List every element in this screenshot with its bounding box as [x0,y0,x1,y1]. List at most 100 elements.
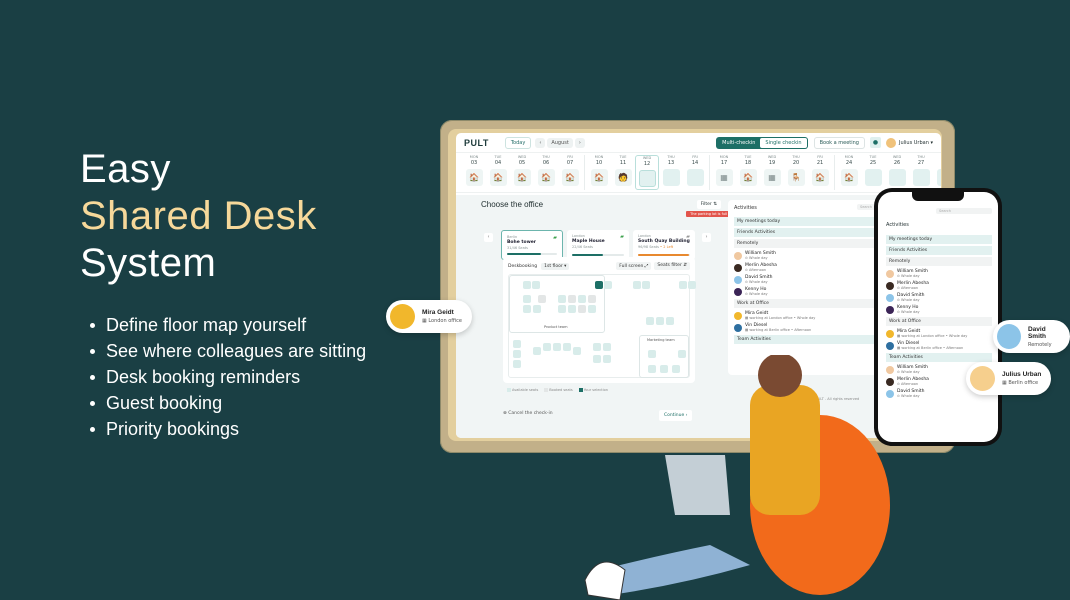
calendar-day[interactable]: MON 10 🏠 [587,155,611,190]
desk-seat[interactable] [603,343,611,351]
filter-button[interactable]: Filter ⇅ [696,200,721,209]
user-menu[interactable]: Julius Urban ▾ [899,140,933,146]
desk-seat[interactable] [666,317,674,325]
person-row[interactable]: Vin Diesel ▦ working at Berlin office • A… [734,323,882,332]
today-button[interactable]: Today [504,136,532,149]
offices-prev-button[interactable]: ‹ [484,233,493,242]
cancel-checkin-button[interactable]: ⊗ Cancel the check-in [503,411,553,416]
desk-seat[interactable] [568,305,576,313]
single-checkin-tab[interactable]: Single checkin [760,137,807,148]
calendar-day[interactable]: THU 20 🪑 [784,155,808,190]
desk-seat[interactable] [523,295,531,303]
avatar [734,287,742,296]
phone-team-activities[interactable]: Team Activities [886,353,992,362]
desk-seat[interactable] [595,281,603,289]
checkin-mode-toggle[interactable]: Multi-checkin Single checkin [716,136,808,149]
person-row[interactable]: William Smith ⊙ Whole day [886,269,992,278]
next-month-button[interactable]: › [574,137,585,148]
seats-filter-button[interactable]: Seats filter ⇵ [654,262,690,270]
desk-seat[interactable] [513,350,521,358]
desk-seat[interactable] [513,340,521,348]
desk-seat[interactable] [573,347,581,355]
book-meeting-button[interactable]: Book a meeting [813,136,865,149]
person-row[interactable]: Vin Diesel ▦ working at Berlin office • A… [886,341,992,350]
phone-my-meetings[interactable]: My meetings today [886,235,992,244]
avatar [734,275,742,284]
prev-month-button[interactable]: ‹ [535,137,546,148]
hero-line-1: Easy [80,147,171,191]
desk-seat[interactable] [533,347,541,355]
desk-seat[interactable] [568,295,576,303]
my-meetings-section[interactable]: My meetings today [734,217,882,226]
phone-search-input[interactable]: Search [936,208,992,214]
bell-icon[interactable]: ● [869,137,881,148]
person-row[interactable]: William Smith ⊙ Whole day [734,251,882,260]
desk-seat[interactable] [588,305,596,313]
calendar-day[interactable]: WED 26 [885,155,909,190]
person-row[interactable]: Kenny Ho ⊙ Whole day [886,305,992,314]
fullscreen-button[interactable]: Full screen ⤢ [616,262,652,270]
person-row[interactable]: David Smith ⊙ Whole day [886,293,992,302]
person-row[interactable]: David Smith ⊙ Whole day [734,275,882,284]
desk-seat[interactable] [642,281,650,289]
calendar-day[interactable]: FRI 14 [683,155,707,190]
friends-activities-section[interactable]: Friends Activities [734,228,882,237]
desk-seat[interactable] [563,343,571,351]
desk-seat[interactable] [604,281,612,289]
calendar-day[interactable]: FRI 07 🏠 [558,155,582,190]
calendar-day[interactable]: FRI 21 🏠 [808,155,832,190]
desk-seat[interactable] [538,295,546,303]
desk-seat[interactable] [523,305,531,313]
desk-seat[interactable] [558,295,566,303]
calendar-day[interactable]: MON 24 🏠 [837,155,861,190]
desk-seat[interactable] [588,295,596,303]
desk-seat[interactable] [513,360,521,368]
person-row[interactable]: Merlin Abesha ⊙ Afternoon [734,263,882,272]
desk-seat[interactable] [523,281,531,289]
phone-friends-activities[interactable]: Friends Activities [886,246,992,255]
floor-select[interactable]: 1st floor ▾ [541,262,570,270]
calendar-day[interactable]: WED 19 ▦ [760,155,784,190]
calendar-day[interactable]: TUE 11 🧑 [611,155,635,190]
offices-next-button[interactable]: › [702,233,711,242]
calendar-day[interactable]: WED 12 [635,155,659,190]
desk-seat[interactable] [679,281,687,289]
person-row[interactable]: Merlin Abesha ⊙ Afternoon [886,281,992,290]
head-shape [758,355,802,397]
desk-seat[interactable] [553,343,561,351]
month-label: August [547,137,573,148]
calendar-day[interactable]: TUE 04 🏠 [486,155,510,190]
calendar-day[interactable]: THU 13 [659,155,683,190]
calendar-day[interactable]: MON 03 🏠 [462,155,486,190]
calendar-day[interactable]: TUE 25 [861,155,885,190]
desk-seat[interactable] [578,295,586,303]
activities-panel: Activities Search My meetings today Frie… [728,200,888,375]
team-activities-section[interactable]: Team Activities [734,335,882,344]
desk-seat[interactable] [646,317,654,325]
calendar-day[interactable]: MON 17 ▦ [712,155,736,190]
multi-checkin-tab[interactable]: Multi-checkin [717,138,760,148]
day-status-icon: ▦ [763,169,781,186]
desk-seat[interactable] [593,343,601,351]
calendar-day[interactable]: TUE 18 🏠 [736,155,760,190]
desk-seat[interactable] [558,305,566,313]
person-row[interactable]: Kenny Ho ⊙ Whole day [734,287,882,296]
office-card[interactable]: Berlin Bohe tower 31/46 Seats ▰ [501,230,563,260]
calendar-day[interactable]: THU 06 🏠 [534,155,558,190]
person-row[interactable]: Mira Geidt ▦ working at London office • W… [886,329,992,338]
office-card[interactable]: London South Quay Building 96/98 Seats •… [633,230,695,260]
office-card[interactable]: London Maple House 22/46 Seats ▰ [567,230,629,260]
calendar-day[interactable]: FRI28 [933,155,941,190]
desk-seat[interactable] [656,317,664,325]
day-status-icon: 🏠 [840,169,858,186]
desk-seat[interactable] [633,281,641,289]
desk-seat[interactable] [543,343,551,351]
person-row[interactable]: Mira Geidt ▦ working at London office • W… [734,311,882,320]
user-avatar[interactable] [885,137,896,148]
calendar-day[interactable]: WED 05 🏠 [510,155,534,190]
desk-seat[interactable] [532,281,540,289]
desk-seat[interactable] [578,305,586,313]
desk-seat[interactable] [533,305,541,313]
calendar-day[interactable]: THU 27 [909,155,933,190]
desk-seat[interactable] [688,281,696,289]
